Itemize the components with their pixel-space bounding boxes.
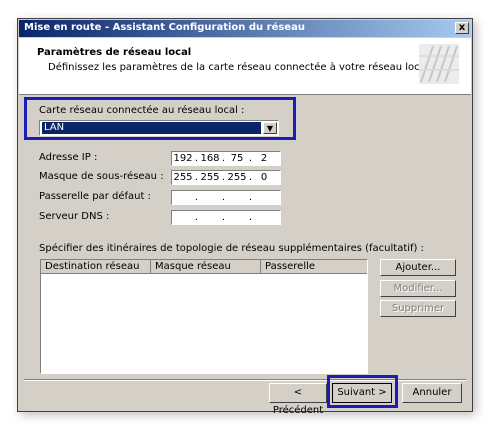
gateway-label: Passerelle par défaut : <box>39 191 151 202</box>
wizard-dialog: Mise en route - Assistant Configuration … <box>17 18 473 416</box>
back-button[interactable]: < Précédent <box>269 383 327 416</box>
column-header-gateway[interactable]: Passerelle <box>261 260 367 274</box>
gateway-field[interactable]: . . . <box>171 190 281 205</box>
next-button[interactable]: Suivant > <box>332 383 392 403</box>
delete-route-button[interactable]: Supprimer <box>380 300 456 317</box>
ip-octet-3[interactable]: 75 <box>226 153 248 164</box>
modify-route-button[interactable]: Modifier... <box>380 280 456 297</box>
mask-octet-3[interactable]: 255 <box>226 172 248 183</box>
page-subtitle: Définissez les paramètres de la carte ré… <box>48 62 432 73</box>
ip-octet-4[interactable]: 2 <box>253 153 275 164</box>
routes-table-header: Destination réseau Masque réseau Passere… <box>41 260 367 274</box>
adapter-label: Carte réseau connectée au réseau local : <box>39 105 245 116</box>
title-bar[interactable]: Mise en route - Assistant Configuration … <box>19 20 471 37</box>
routes-label: Spécifier des itinéraires de topologie d… <box>39 243 424 254</box>
cancel-button[interactable]: Annuler <box>402 383 462 403</box>
chevron-down-icon[interactable]: ▼ <box>263 122 277 134</box>
footer-divider <box>24 379 466 381</box>
column-header-destination[interactable]: Destination réseau <box>41 260 151 274</box>
adapter-selected-value: LAN <box>42 122 261 134</box>
add-route-button[interactable]: Ajouter... <box>380 259 456 276</box>
mask-octet-2[interactable]: 255 <box>199 172 221 183</box>
ip-octet-2[interactable]: 168 <box>199 153 221 164</box>
close-icon: x <box>458 22 466 33</box>
ip-address-field[interactable]: 192. 168. 75. 2 <box>171 151 281 166</box>
dns-label: Serveur DNS : <box>39 211 110 222</box>
dns-field[interactable]: . . . <box>171 210 281 225</box>
wizard-logo-icon <box>419 44 459 84</box>
mask-octet-4[interactable]: 0 <box>253 172 275 183</box>
ip-label: Adresse IP : <box>39 152 98 163</box>
adapter-select[interactable]: LAN ▼ <box>39 120 279 136</box>
window-title: Mise en route - Assistant Configuration … <box>24 22 305 33</box>
ip-octet-1[interactable]: 192 <box>172 153 194 164</box>
wizard-header: Paramètres de réseau local Définissez le… <box>19 38 471 95</box>
close-button[interactable]: x <box>455 22 469 34</box>
column-header-mask[interactable]: Masque réseau <box>151 260 261 274</box>
routes-table[interactable]: Destination réseau Masque réseau Passere… <box>40 259 368 374</box>
mask-octet-1[interactable]: 255 <box>172 172 194 183</box>
page-title: Paramètres de réseau local <box>37 47 192 58</box>
mask-label: Masque de sous-réseau : <box>39 171 164 182</box>
subnet-mask-field[interactable]: 255. 255. 255. 0 <box>171 170 281 185</box>
